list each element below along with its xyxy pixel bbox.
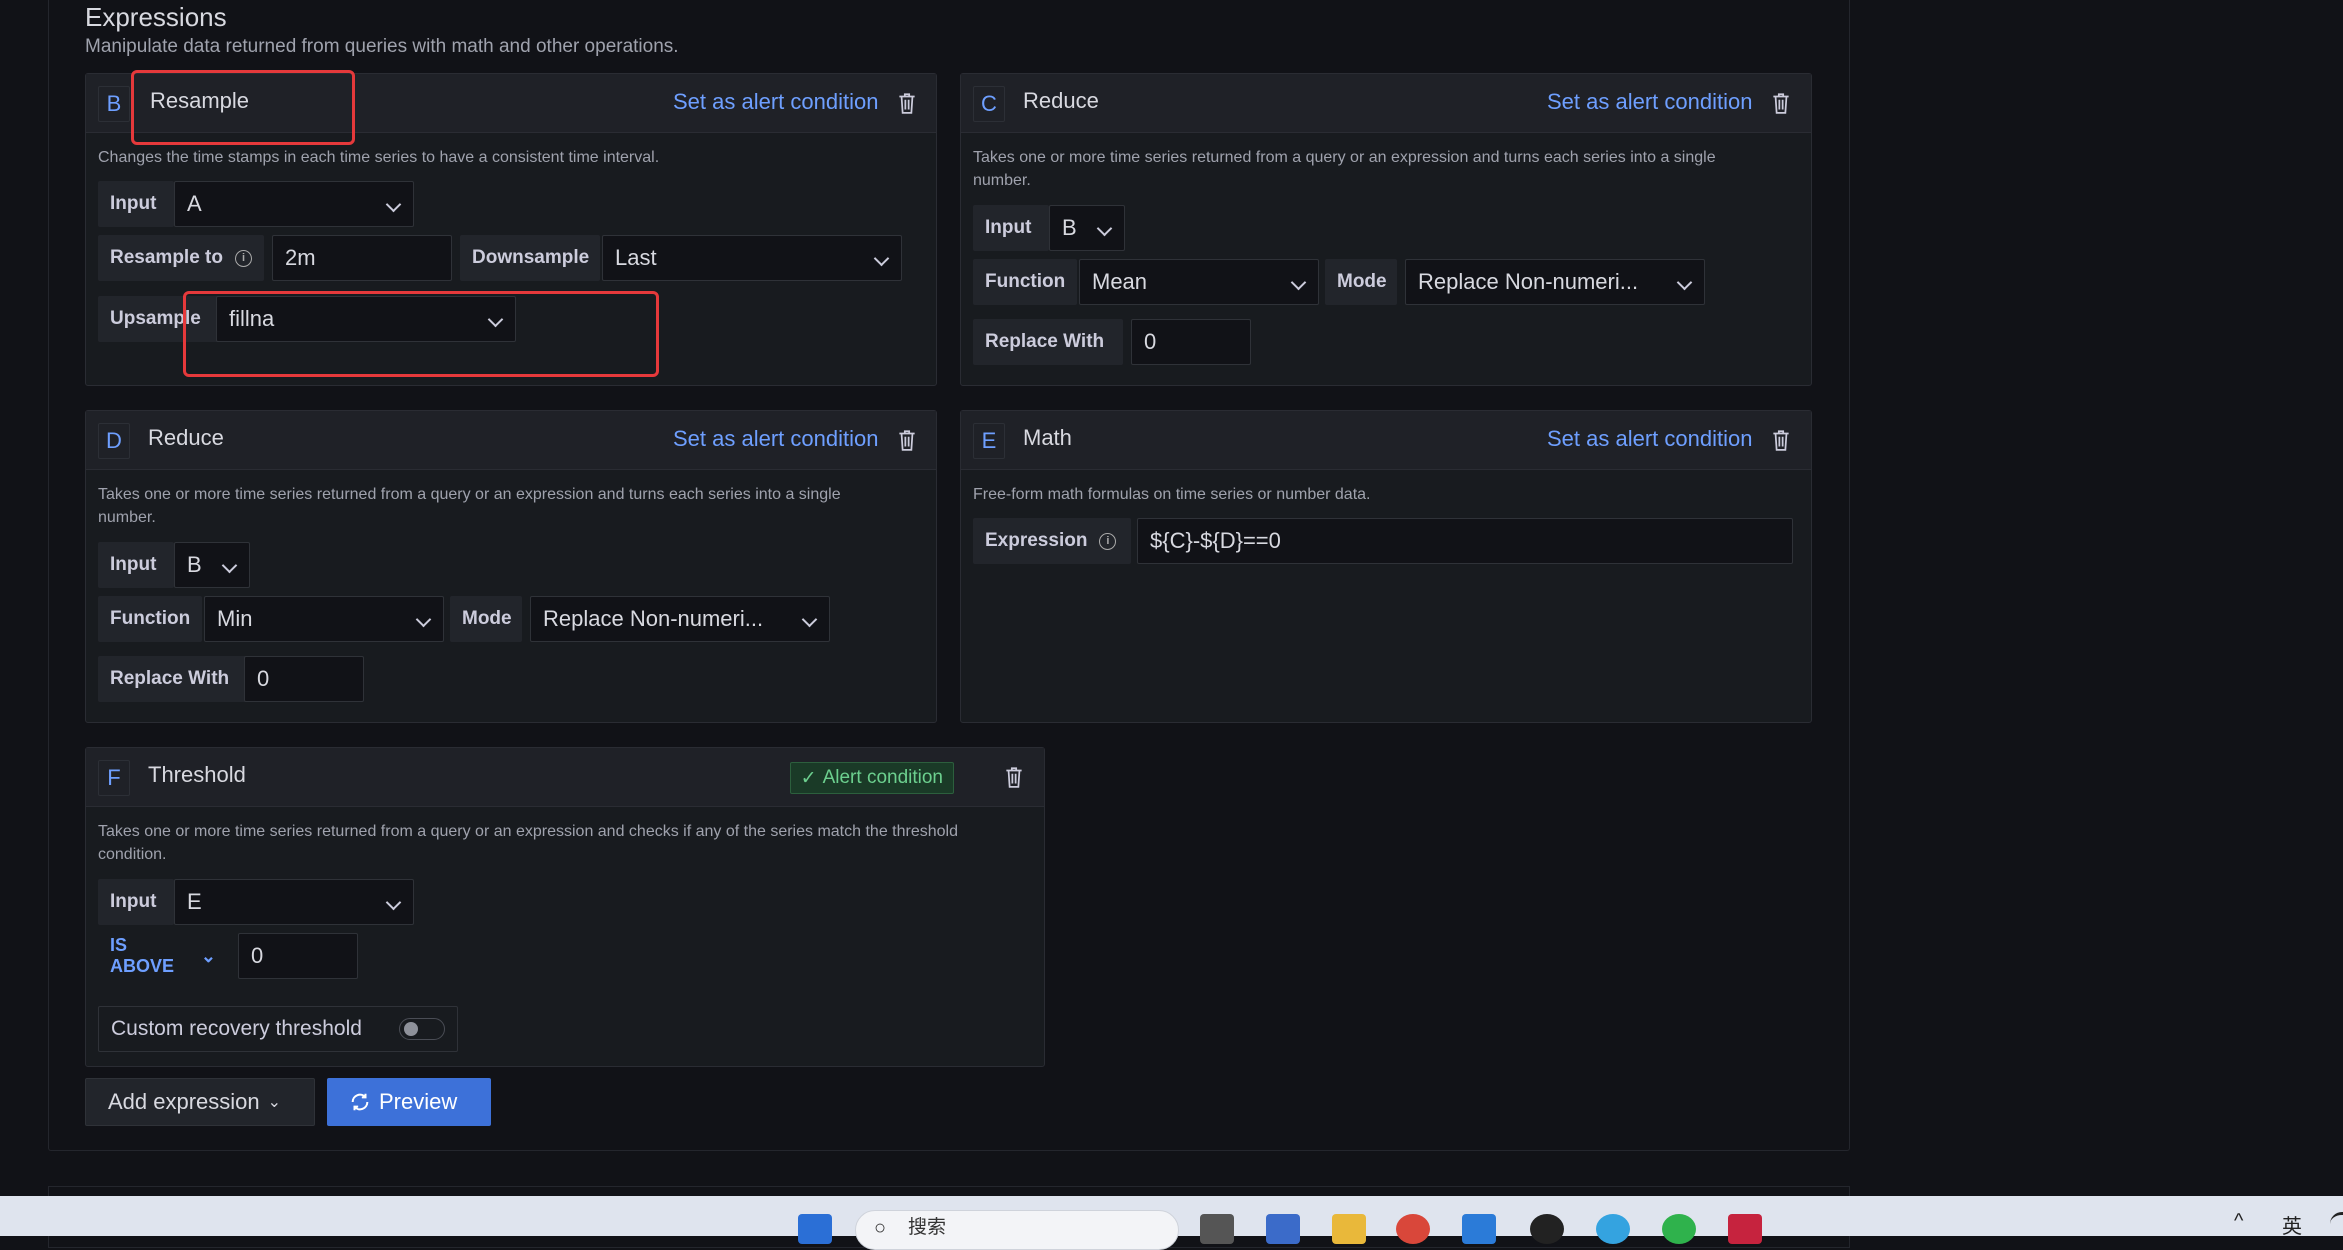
check-icon: ✓	[800, 767, 817, 789]
chevron-down-icon	[1096, 220, 1113, 237]
card-description: Changes the time stamps in each time ser…	[98, 149, 660, 166]
resample-to-input[interactable]: 2m	[272, 235, 452, 281]
function-select[interactable]: Mean	[1079, 259, 1319, 305]
card-description: Takes one or more time series returned f…	[973, 149, 1716, 189]
ime-indicator[interactable]: 英	[2282, 1210, 2302, 1239]
chevron-down-icon: ⌄	[267, 1094, 282, 1111]
qq-icon[interactable]	[1530, 1214, 1564, 1244]
section-description: Manipulate data returned from queries wi…	[85, 36, 679, 57]
chevron-down-icon	[385, 894, 402, 911]
mode-label: Mode	[450, 596, 522, 642]
ref-id: D	[98, 423, 130, 459]
search-app-icon[interactable]	[1596, 1214, 1630, 1244]
chevron-down-icon	[415, 611, 432, 628]
add-expression-button[interactable]: Add expression ⌄	[85, 1078, 315, 1126]
ref-id: C	[973, 86, 1005, 122]
chevron-down-icon	[873, 250, 890, 267]
info-icon[interactable]: i	[234, 249, 252, 267]
card-description: Takes one or more time series returned f…	[98, 486, 841, 526]
preview-button[interactable]: Preview	[327, 1078, 491, 1126]
trash-icon[interactable]	[896, 91, 918, 115]
expression-name[interactable]: Reduce	[1023, 88, 1099, 114]
chevron-down-icon	[221, 557, 238, 574]
input-select[interactable]: E	[174, 879, 414, 925]
search-icon: ○	[874, 1217, 887, 1239]
refresh-icon	[351, 1093, 369, 1111]
set-alert-condition-link[interactable]: Set as alert condition	[1547, 89, 1752, 115]
expression-input[interactable]: ${C}-${D}==0	[1137, 518, 1793, 564]
expression-name[interactable]: Threshold	[148, 762, 246, 788]
card-header: E Math Set as alert condition	[961, 411, 1811, 470]
replace-with-label: Replace With	[973, 319, 1123, 365]
card-header: F Threshold ✓ Alert condition	[86, 748, 1044, 807]
mode-label: Mode	[1325, 259, 1397, 305]
store-icon[interactable]	[1266, 1214, 1300, 1244]
downsample-select[interactable]: Last	[602, 235, 902, 281]
intellij-icon[interactable]	[1728, 1214, 1762, 1244]
input-label: Input	[98, 879, 174, 925]
input-label: Input	[98, 181, 174, 227]
input-select[interactable]: B	[1049, 205, 1125, 251]
wechat-icon[interactable]	[1662, 1214, 1696, 1244]
chevron-down-icon	[801, 611, 818, 628]
wifi-icon[interactable]	[2330, 1212, 2343, 1232]
taskbar-search[interactable]: ○ 搜索	[855, 1210, 1179, 1250]
function-label: Function	[973, 259, 1077, 305]
windows-start-icon[interactable]	[798, 1214, 832, 1244]
chevron-down-icon: ⌄	[200, 945, 216, 966]
input-label: Input	[973, 205, 1049, 251]
card-header: D Reduce Set as alert condition	[86, 411, 936, 470]
mode-select[interactable]: Replace Non-numeri...	[530, 596, 830, 642]
replace-with-input[interactable]: 0	[244, 656, 364, 702]
set-alert-condition-link[interactable]: Set as alert condition	[673, 89, 878, 115]
ref-id: E	[973, 423, 1005, 459]
highlight-box-upsample	[183, 291, 659, 377]
mode-select[interactable]: Replace Non-numeri...	[1405, 259, 1705, 305]
file-explorer-icon[interactable]	[1332, 1214, 1366, 1244]
input-select[interactable]: A	[174, 181, 414, 227]
expression-name[interactable]: Reduce	[148, 425, 224, 451]
operator-select[interactable]: IS ABOVE ⌄	[98, 933, 228, 979]
set-alert-condition-link[interactable]: Set as alert condition	[673, 426, 878, 452]
highlight-box-resample	[131, 70, 355, 145]
alert-condition-badge: ✓ Alert condition	[789, 762, 954, 794]
chrome-icon[interactable]	[1396, 1214, 1430, 1244]
threshold-input[interactable]: 0	[238, 933, 358, 979]
resample-to-label: Resample to i	[98, 235, 264, 281]
trash-icon[interactable]	[896, 428, 918, 452]
card-header: C Reduce Set as alert condition	[961, 74, 1811, 133]
chevron-down-icon	[1290, 274, 1307, 291]
expression-card-d: D Reduce Set as alert condition Takes on…	[85, 410, 937, 723]
trash-icon[interactable]	[1003, 765, 1025, 789]
ref-id: B	[98, 86, 130, 122]
task-view-icon[interactable]	[1200, 1214, 1234, 1244]
recovery-toggle[interactable]	[399, 1018, 445, 1040]
input-select[interactable]: B	[174, 542, 250, 588]
expression-card-e: E Math Set as alert condition Free-form …	[960, 410, 1812, 723]
expression-label: Expression i	[973, 518, 1131, 564]
feishu-icon[interactable]	[1462, 1214, 1496, 1244]
ref-id: F	[98, 760, 130, 796]
expression-card-c: C Reduce Set as alert condition Takes on…	[960, 73, 1812, 386]
expression-card-f: F Threshold ✓ Alert condition Takes one o…	[85, 747, 1045, 1067]
replace-with-label: Replace With	[98, 656, 248, 702]
input-label: Input	[98, 542, 174, 588]
chevron-down-icon	[385, 196, 402, 213]
replace-with-input[interactable]: 0	[1131, 319, 1251, 365]
info-icon[interactable]: i	[1099, 532, 1117, 550]
card-description: Free-form math formulas on time series o…	[973, 486, 1371, 503]
custom-recovery-field[interactable]: Custom recovery threshold	[98, 1006, 458, 1052]
expression-name[interactable]: Math	[1023, 425, 1072, 451]
chevron-down-icon	[1676, 274, 1693, 291]
section-title: Expressions	[85, 2, 227, 32]
function-select[interactable]: Min	[204, 596, 444, 642]
os-taskbar: ○ 搜索 ^ 英	[0, 1196, 2343, 1250]
card-description: Takes one or more time series returned f…	[98, 823, 958, 863]
trash-icon[interactable]	[1770, 91, 1792, 115]
trash-icon[interactable]	[1770, 428, 1792, 452]
set-alert-condition-link[interactable]: Set as alert condition	[1547, 426, 1752, 452]
function-label: Function	[98, 596, 202, 642]
downsample-label: Downsample	[460, 235, 600, 281]
chevron-up-icon[interactable]: ^	[2234, 1210, 2243, 1233]
